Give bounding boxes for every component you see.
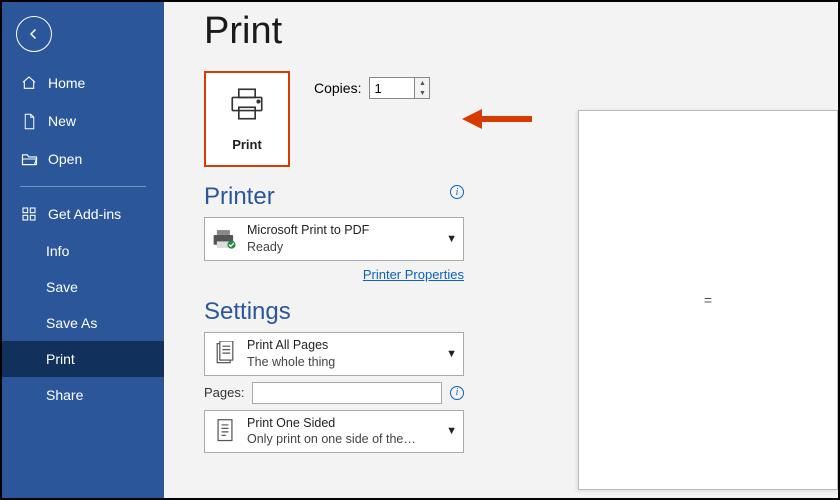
printer-status: Ready	[247, 240, 283, 254]
printer-properties-link[interactable]: Printer Properties	[204, 267, 464, 282]
annotation-arrow-icon	[462, 107, 532, 136]
pages-range-row: Pages: i	[204, 382, 464, 404]
pages-icon	[211, 341, 239, 367]
copies-spinner: ▲ ▼	[415, 77, 430, 99]
printer-section-heading: Printer	[204, 183, 275, 211]
pages-info-icon[interactable]: i	[450, 386, 464, 400]
copies-input[interactable]	[369, 77, 415, 99]
copies-field: Copies: ▲ ▼	[314, 77, 430, 99]
sidebar-item-save[interactable]: Save	[2, 269, 164, 305]
copies-down-button[interactable]: ▼	[415, 88, 429, 98]
sidebar-item-print[interactable]: Print	[2, 341, 164, 377]
back-button[interactable]	[16, 16, 52, 52]
sidebar-item-label: Open	[48, 151, 82, 167]
sidebar-item-new[interactable]: New	[2, 102, 164, 140]
sidebar-item-label: Info	[46, 243, 69, 259]
sidebar-item-label: Home	[48, 75, 85, 91]
new-document-icon	[20, 112, 38, 130]
pages-label: Pages:	[204, 385, 244, 400]
chevron-down-icon: ▼	[446, 425, 457, 437]
print-button-label: Print	[232, 137, 262, 152]
print-backstage-panel: Print Print Copies: ▲	[164, 2, 838, 498]
printer-name: Microsoft Print to PDF	[247, 223, 369, 237]
sidebar-item-label: Share	[46, 387, 83, 403]
chevron-down-icon: ▼	[446, 348, 457, 360]
sidebar-item-get-addins[interactable]: Get Add-ins	[2, 195, 164, 233]
backstage-sidebar: Home New Open Get Add-ins Info Save Save…	[2, 2, 164, 498]
printer-selector[interactable]: Microsoft Print to PDF Ready ▼	[204, 217, 464, 261]
printer-info-icon[interactable]: i	[450, 185, 464, 199]
sidebar-separator	[20, 186, 146, 187]
folder-open-icon	[20, 150, 38, 168]
sidebar-item-open[interactable]: Open	[2, 140, 164, 178]
sidebar-item-label: Print	[46, 351, 75, 367]
pages-input[interactable]	[252, 382, 442, 404]
print-preview-pane: =	[578, 110, 838, 490]
print-sides-sub: Only print on one side of the…	[247, 431, 417, 448]
printer-icon	[227, 86, 267, 127]
chevron-down-icon: ▼	[446, 233, 457, 245]
print-scope-title: Print All Pages	[247, 338, 328, 352]
preview-placeholder: =	[704, 292, 712, 308]
print-sides-selector[interactable]: Print One Sided Only print on one side o…	[204, 410, 464, 454]
sidebar-item-info[interactable]: Info	[2, 233, 164, 269]
print-sides-title: Print One Sided	[247, 416, 335, 430]
sidebar-item-label: Save	[46, 279, 78, 295]
home-icon	[20, 74, 38, 92]
sidebar-item-label: New	[48, 113, 76, 129]
sidebar-item-label: Save As	[46, 315, 97, 331]
addins-icon	[20, 205, 38, 223]
copies-label: Copies:	[314, 80, 361, 96]
print-button[interactable]: Print	[204, 71, 290, 167]
print-scope-sub: The whole thing	[247, 355, 335, 369]
printer-status-icon	[211, 228, 239, 250]
copies-up-button[interactable]: ▲	[415, 78, 429, 88]
sidebar-item-label: Get Add-ins	[48, 206, 121, 222]
sidebar-item-home[interactable]: Home	[2, 64, 164, 102]
sidebar-item-share[interactable]: Share	[2, 377, 164, 413]
page-title: Print	[204, 10, 838, 53]
app-frame: Home New Open Get Add-ins Info Save Save…	[0, 0, 840, 500]
print-scope-selector[interactable]: Print All Pages The whole thing ▼	[204, 332, 464, 376]
sidebar-item-save-as[interactable]: Save As	[2, 305, 164, 341]
one-sided-icon	[211, 418, 239, 444]
